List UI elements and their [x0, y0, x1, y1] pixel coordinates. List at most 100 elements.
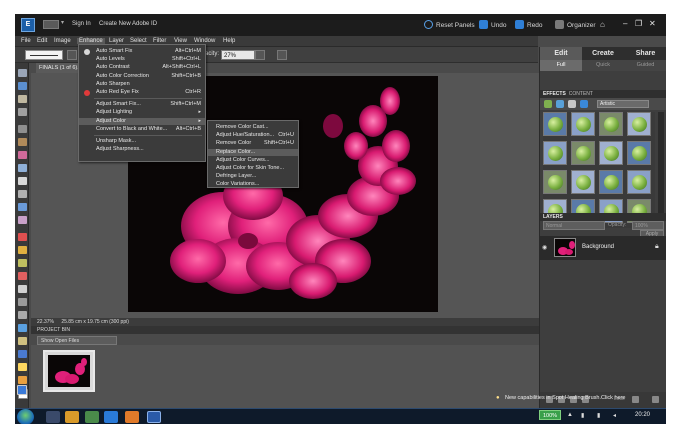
- all-effects-icon[interactable]: [580, 100, 588, 108]
- redo-button[interactable]: Redo: [515, 20, 543, 29]
- undo-button[interactable]: Undo: [479, 20, 507, 29]
- home-icon[interactable]: ⌂: [600, 20, 605, 29]
- quick-selection-tool-icon[interactable]: [18, 164, 27, 172]
- adjust-color-menu-item-2[interactable]: Remove Color Shift+Ctrl+U: [208, 140, 298, 148]
- tab-create[interactable]: Create: [582, 47, 624, 60]
- pencil-tool-icon[interactable]: [18, 311, 27, 319]
- hand-tool-icon[interactable]: [18, 95, 27, 103]
- tab-edit[interactable]: Edit: [540, 47, 582, 60]
- smart-brush-tool-icon[interactable]: [18, 298, 27, 306]
- folder-taskbar-icon[interactable]: [65, 411, 79, 423]
- layer-opacity-input[interactable]: 100%: [632, 221, 664, 230]
- enhance-menu-item-11[interactable]: Adjust Sharpness...: [79, 146, 205, 154]
- magic-wand-tool-icon[interactable]: [18, 151, 27, 159]
- blur-tool-icon[interactable]: [18, 363, 27, 371]
- enhance-menu-item-4[interactable]: Auto Sharpen: [79, 81, 205, 89]
- clock[interactable]: 20:20: [635, 412, 650, 418]
- firefox-taskbar-icon[interactable]: [125, 411, 139, 423]
- layer-row-background[interactable]: ◉ Background 🔒︎: [540, 236, 666, 260]
- enhance-menu-item-6[interactable]: Adjust Smart Fix... Shift+Ctrl+M: [79, 101, 205, 109]
- zoom-tool-icon[interactable]: [18, 82, 27, 90]
- tab-share[interactable]: Share: [624, 47, 666, 60]
- brush-tool-icon[interactable]: [18, 285, 27, 293]
- tray-zoom-badge[interactable]: 100%: [539, 410, 561, 420]
- paint-bucket-tool-icon[interactable]: [18, 324, 27, 332]
- media-taskbar-icon[interactable]: [85, 411, 99, 423]
- zoom-level[interactable]: 22.37%: [37, 319, 54, 325]
- visibility-eye-icon[interactable]: ◉: [542, 244, 549, 251]
- effect-thumbnail[interactable]: [571, 141, 595, 165]
- effect-thumbnail[interactable]: [571, 170, 595, 194]
- enhance-menu-item-9[interactable]: Convert to Black and White... Alt+Ctrl+B: [79, 126, 205, 134]
- blend-mode-select[interactable]: Normal: [543, 221, 605, 230]
- sign-in-link[interactable]: Sign In: [72, 21, 91, 27]
- lock-pixels-icon[interactable]: [632, 396, 639, 403]
- opacity-dropdown-icon[interactable]: [255, 50, 265, 60]
- tray-battery-icon[interactable]: ▮: [597, 412, 600, 419]
- adjust-color-menu-item-0[interactable]: Remove Color Cast...: [208, 124, 298, 132]
- spot-healing-tool-icon[interactable]: [18, 246, 27, 254]
- effect-thumbnail[interactable]: [543, 141, 567, 165]
- recompose-tool-icon[interactable]: [18, 203, 27, 211]
- eraser-tool-icon[interactable]: [18, 272, 27, 280]
- lasso-tool-icon[interactable]: [18, 138, 27, 146]
- brush-menu-icon[interactable]: [67, 50, 77, 60]
- browser-taskbar-icon[interactable]: [104, 411, 118, 423]
- enhance-menu-item-5[interactable]: Auto Red Eye Fix Ctrl+R: [79, 89, 205, 97]
- tray-network-icon[interactable]: ▲: [567, 412, 573, 418]
- cookie-cutter-tool-icon[interactable]: [18, 216, 27, 224]
- foreground-color-swatch[interactable]: [17, 385, 27, 395]
- clone-stamp-tool-icon[interactable]: [18, 259, 27, 267]
- subtab-full[interactable]: Full: [540, 60, 582, 71]
- gradient-tool-icon[interactable]: [18, 337, 27, 345]
- effects-scrollbar[interactable]: [658, 112, 664, 228]
- tray-flag-icon[interactable]: ▮: [581, 412, 584, 419]
- close-button[interactable]: ✕: [649, 19, 656, 28]
- move-tool-icon[interactable]: [18, 69, 27, 77]
- tray-volume-icon[interactable]: ◂: [613, 412, 616, 419]
- delete-layer-icon[interactable]: [652, 396, 659, 403]
- start-button[interactable]: [17, 409, 34, 424]
- enhance-menu-item-2[interactable]: Auto Contrast Alt+Shift+Ctrl+L: [79, 64, 205, 72]
- minimize-button[interactable]: –: [623, 19, 627, 28]
- notification-message[interactable]: New capabilities in Spot Healing Brush.C…: [505, 395, 625, 401]
- enhance-menu-item-10[interactable]: Unsharp Mask...: [79, 138, 205, 146]
- subtab-guided[interactable]: Guided: [624, 60, 666, 71]
- workspace-mode-arrow-icon[interactable]: ▾: [61, 19, 64, 26]
- menu-image[interactable]: Image: [54, 38, 71, 44]
- organizer-button[interactable]: Organizer: [555, 20, 596, 29]
- menu-help[interactable]: Help: [223, 38, 235, 44]
- photo-effects-icon[interactable]: [568, 100, 576, 108]
- adjust-color-menu-item-4[interactable]: Adjust Color Curves...: [208, 157, 298, 165]
- effects-category-select[interactable]: Artistic: [597, 100, 649, 108]
- effect-thumbnail[interactable]: [627, 170, 651, 194]
- effect-thumbnail[interactable]: [543, 170, 567, 194]
- project-bin-thumbnail[interactable]: [43, 350, 95, 392]
- workspace-mode-icon[interactable]: [43, 20, 59, 29]
- explorer-taskbar-icon[interactable]: [46, 411, 60, 423]
- effect-thumbnail[interactable]: [599, 112, 623, 136]
- effect-thumbnail[interactable]: [543, 112, 567, 136]
- brush-preset-picker[interactable]: [25, 50, 63, 60]
- enhance-menu-item-1[interactable]: Auto Levels Shift+Ctrl+L: [79, 56, 205, 64]
- enhance-menu-item-0[interactable]: Auto Smart Fix Alt+Ctrl+M: [79, 48, 205, 56]
- project-bin-header[interactable]: PROJECT BIN: [31, 326, 539, 334]
- enhance-menu-item-3[interactable]: Auto Color Correction Shift+Ctrl+B: [79, 73, 205, 81]
- restore-button[interactable]: ❐: [635, 19, 642, 28]
- menu-file[interactable]: File: [21, 38, 31, 44]
- adjust-color-menu-item-6[interactable]: Defringe Layer...: [208, 173, 298, 181]
- enhance-menu-item-8[interactable]: Adjust Color ▸: [79, 117, 205, 126]
- project-bin-select[interactable]: Show Open Files: [37, 336, 117, 345]
- effect-thumbnail[interactable]: [599, 141, 623, 165]
- photoshop-elements-taskbar-icon[interactable]: [147, 411, 161, 423]
- red-eye-tool-icon[interactable]: [18, 233, 27, 241]
- shape-tool-icon[interactable]: [18, 350, 27, 358]
- effect-thumbnail[interactable]: [627, 112, 651, 136]
- reset-panels-button[interactable]: Reset Panels: [424, 20, 475, 29]
- marquee-tool-icon[interactable]: [18, 125, 27, 133]
- create-adobe-id-link[interactable]: Create New Adobe ID: [99, 21, 157, 27]
- effect-thumbnail[interactable]: [627, 141, 651, 165]
- adjust-color-menu-item-7[interactable]: Color Variations...: [208, 181, 298, 189]
- airbrush-icon[interactable]: [277, 50, 287, 60]
- enhance-menu-item-7[interactable]: Adjust Lighting ▸: [79, 109, 205, 117]
